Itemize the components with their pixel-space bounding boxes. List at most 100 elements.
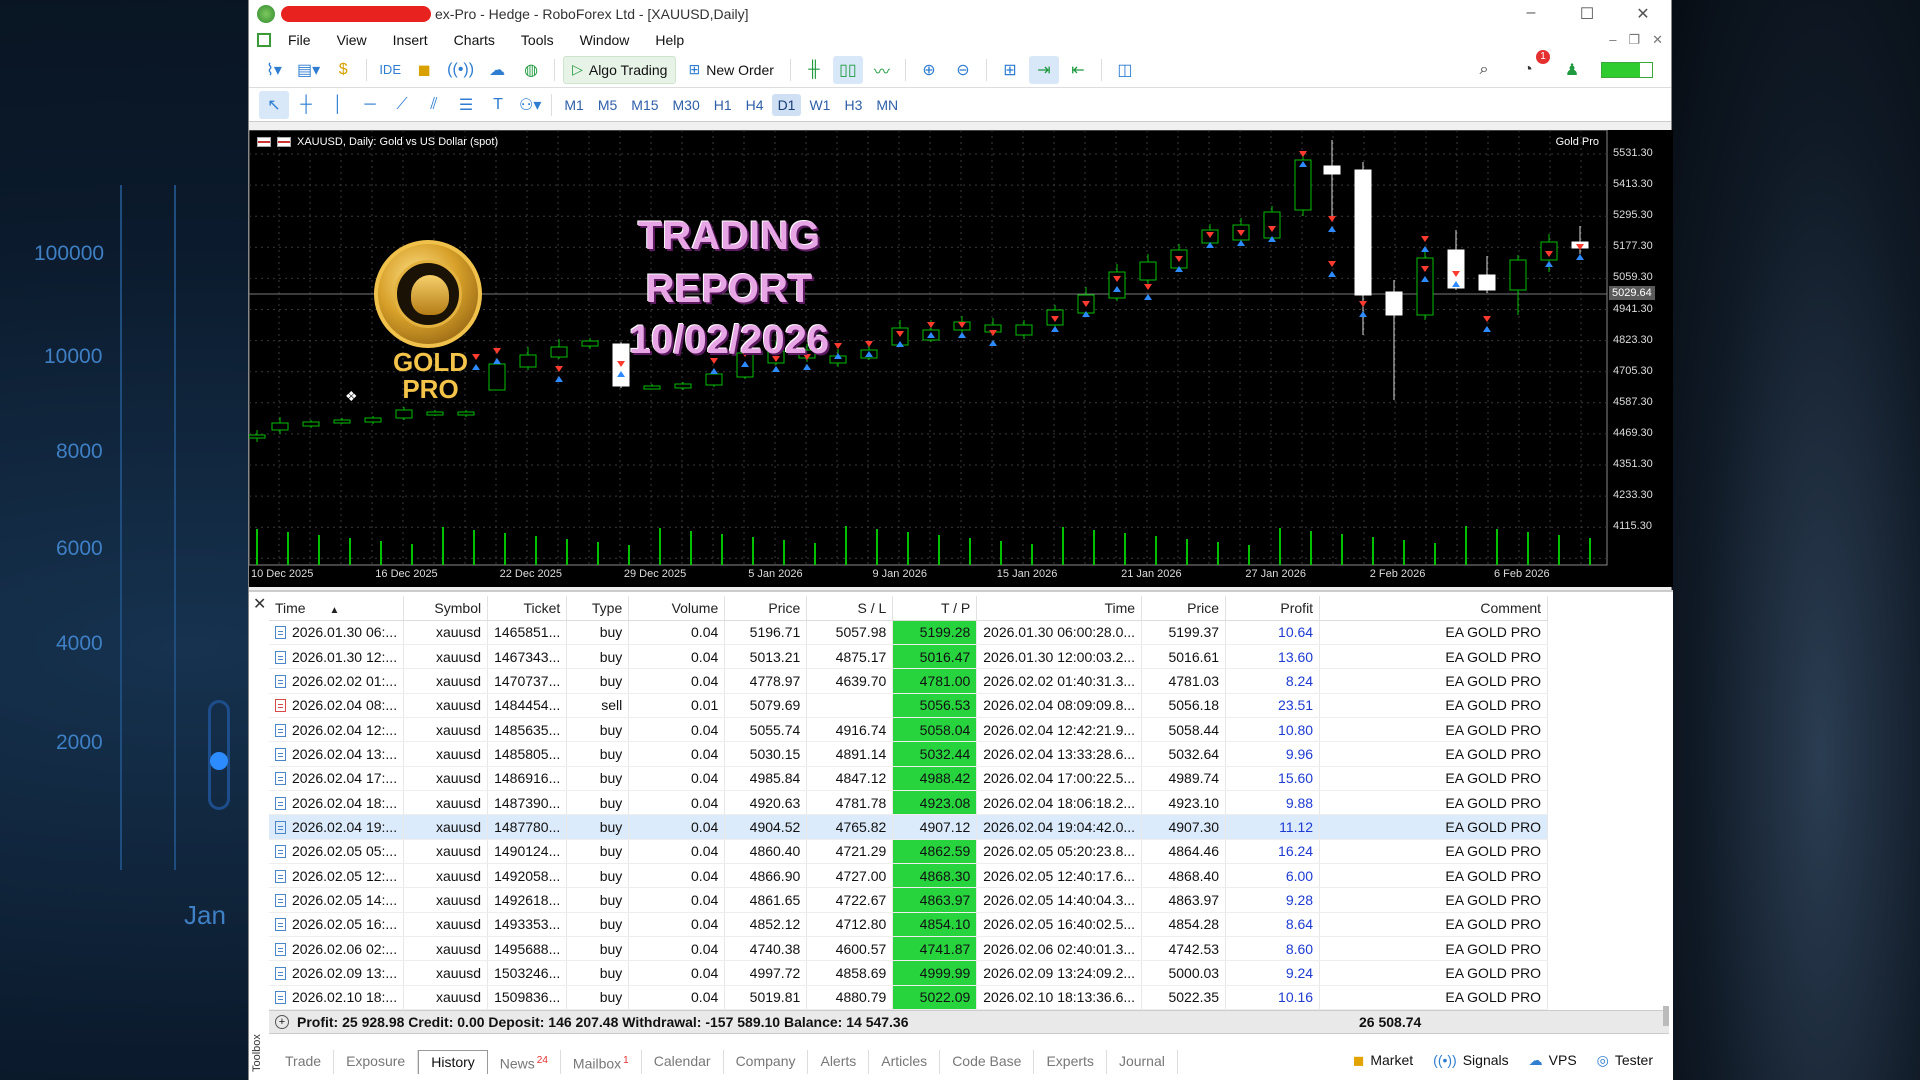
table-row[interactable]: 2026.02.04 08:... xauusd 1484454... sell 0.0… xyxy=(269,693,1549,718)
tab-exposure[interactable]: Exposure xyxy=(334,1050,419,1074)
vertical-line-icon[interactable]: │ xyxy=(323,91,353,119)
table-row[interactable]: 2026.02.04 18:... xauusd 1487390... buy 0.04… xyxy=(269,790,1549,816)
timeframe-m5[interactable]: M5 xyxy=(592,94,623,116)
bar-chart-icon[interactable]: ╫ xyxy=(799,56,829,84)
timeframe-m1[interactable]: M1 xyxy=(558,94,589,116)
line-chart-icon[interactable]: 〰 xyxy=(867,56,897,84)
col-ticket[interactable]: Ticket xyxy=(487,596,568,621)
menu-charts[interactable]: Charts xyxy=(441,32,508,48)
timeframe-h3[interactable]: H3 xyxy=(838,94,868,116)
table-row[interactable]: 2026.02.05 05:... xauusd 1490124... buy 0.04… xyxy=(269,839,1549,864)
table-row[interactable]: 2026.02.04 19:... xauusd 1487780... buy 0.04… xyxy=(269,814,1549,840)
status-vps[interactable]: ☁ VPS xyxy=(1529,1052,1577,1069)
table-row[interactable]: 2026.02.04 12:... xauusd 1485635... buy 0.04… xyxy=(269,717,1549,743)
tab-journal[interactable]: Journal xyxy=(1107,1050,1178,1074)
col-close-time[interactable]: Time xyxy=(976,596,1143,621)
zoom-in-icon[interactable]: ⊕ xyxy=(914,56,944,84)
chart-shift-icon[interactable]: ⇤ xyxy=(1063,56,1093,84)
signals-radio-icon[interactable]: ((•)) xyxy=(443,56,478,84)
tile-windows-icon[interactable]: ⊞ xyxy=(995,56,1025,84)
chart-doc-icon[interactable] xyxy=(257,33,271,47)
algo-trading-button[interactable]: ▷ Algo Trading xyxy=(563,55,677,84)
community-globe-icon[interactable]: ◍ xyxy=(516,56,546,84)
table-row[interactable]: 2026.01.30 12:... xauusd 1467343... buy 0.04… xyxy=(269,644,1549,670)
mdi-close-icon[interactable]: ✕ xyxy=(1652,32,1663,48)
menu-help[interactable]: Help xyxy=(642,32,697,48)
table-row[interactable]: 2026.02.10 18:... xauusd 1509836... buy 0.04… xyxy=(269,985,1549,1011)
maximize-button[interactable]: ☐ xyxy=(1559,4,1615,24)
candlestick-chart-icon[interactable]: ▯▯ xyxy=(832,55,863,84)
col-symbol[interactable]: Symbol xyxy=(403,596,489,621)
table-row[interactable]: 2026.02.02 01:... xauusd 1470737... buy 0.04… xyxy=(269,668,1549,694)
autoscroll-icon[interactable]: ⇥ xyxy=(1028,55,1059,84)
menu-insert[interactable]: Insert xyxy=(380,32,441,48)
crosshair-icon[interactable]: ┼ xyxy=(291,91,321,119)
fibonacci-icon[interactable]: ☰ xyxy=(451,91,481,119)
status-signals[interactable]: ((•)) Signals xyxy=(1433,1052,1508,1069)
timeframe-h1[interactable]: H1 xyxy=(708,94,738,116)
minimize-button[interactable]: – xyxy=(1503,4,1559,24)
table-row[interactable]: 2026.02.04 17:... xauusd 1486916... buy 0.04… xyxy=(269,766,1549,791)
tab-news[interactable]: News 24 xyxy=(488,1050,561,1074)
timeframe-m30[interactable]: M30 xyxy=(667,94,706,116)
timeframe-m15[interactable]: M15 xyxy=(625,94,664,116)
tab-articles[interactable]: Articles xyxy=(869,1050,941,1074)
expert-advisor-label[interactable]: Gold Pro xyxy=(1556,136,1599,148)
col-close-price[interactable]: Price xyxy=(1141,596,1227,621)
menu-window[interactable]: Window xyxy=(567,32,643,48)
horizontal-line-icon[interactable]: ─ xyxy=(355,91,385,119)
mdi-minimize-icon[interactable]: – xyxy=(1609,32,1616,48)
table-row[interactable]: 2026.02.05 12:... xauusd 1492058... buy 0.04… xyxy=(269,863,1549,889)
market-watch-icon[interactable]: $ xyxy=(328,56,358,84)
scrollbar-thumb[interactable] xyxy=(1663,1006,1669,1026)
search-icon[interactable]: ⌕ xyxy=(1469,56,1499,84)
trendline-icon[interactable]: ⟋ xyxy=(387,91,417,119)
zoom-out-icon[interactable]: ⊖ xyxy=(948,56,978,84)
col-tp[interactable]: T / P xyxy=(892,596,978,621)
table-row[interactable]: 2026.02.09 13:... xauusd 1503246... buy 0.04… xyxy=(269,960,1549,986)
tab-company[interactable]: Company xyxy=(724,1050,809,1074)
table-row[interactable]: 2026.01.30 06:... xauusd 1465851... buy 0.04… xyxy=(269,620,1549,645)
mdi-restore-icon[interactable]: ❐ xyxy=(1628,32,1640,48)
close-button[interactable]: ✕ xyxy=(1615,4,1671,24)
channel-icon[interactable]: ⫽ xyxy=(419,91,449,119)
timeframe-h4[interactable]: H4 xyxy=(740,94,770,116)
table-row[interactable]: 2026.02.04 13:... xauusd 1485805... buy 0.04… xyxy=(269,741,1549,767)
table-row[interactable]: 2026.02.06 02:... xauusd 1495688... buy 0.04… xyxy=(269,936,1549,962)
timeframe-d1[interactable]: D1 xyxy=(771,93,802,116)
col-time[interactable]: Time ▲ xyxy=(269,596,405,621)
timeframe-mn[interactable]: MN xyxy=(870,94,904,116)
table-row[interactable]: 2026.02.05 16:... xauusd 1493353... buy 0.04… xyxy=(269,912,1549,937)
menu-tools[interactable]: Tools xyxy=(508,32,567,48)
ide-button[interactable]: IDE xyxy=(375,56,405,84)
tab-code-base[interactable]: Code Base xyxy=(940,1050,1035,1074)
screenshot-icon[interactable]: ◫ xyxy=(1110,56,1140,84)
notifications-icon[interactable]: ◔ 1 xyxy=(1513,49,1550,84)
timeframe-w1[interactable]: W1 xyxy=(803,94,836,116)
new-order-button[interactable]: ⊞ New Order xyxy=(680,56,781,84)
tab-calendar[interactable]: Calendar xyxy=(642,1050,724,1074)
col-type[interactable]: Type xyxy=(566,596,630,621)
menu-view[interactable]: View xyxy=(324,32,380,48)
cursor-icon[interactable]: ↖ xyxy=(259,90,289,119)
menu-file[interactable]: File xyxy=(275,32,324,48)
profiles-icon[interactable]: ▤▾ xyxy=(293,56,324,84)
new-chart-icon[interactable]: ⌇▾ xyxy=(259,56,289,84)
price-chart[interactable]: XAUUSD, Daily: Gold vs US Dollar (spot) … xyxy=(249,130,1673,587)
shapes-icon[interactable]: ⚇▾ xyxy=(515,91,545,119)
tab-alerts[interactable]: Alerts xyxy=(808,1050,870,1074)
col-comment[interactable]: Comment xyxy=(1319,596,1549,621)
market-bag-icon[interactable]: ◼ xyxy=(409,56,439,84)
tab-history[interactable]: History xyxy=(418,1050,488,1074)
col-sl[interactable]: S / L xyxy=(806,596,894,621)
col-volume[interactable]: Volume xyxy=(628,596,726,621)
tab-experts[interactable]: Experts xyxy=(1034,1050,1107,1074)
table-row[interactable]: 2026.02.05 14:... xauusd 1492618... buy 0.04… xyxy=(269,887,1549,913)
col-price[interactable]: Price xyxy=(724,596,808,621)
text-icon[interactable]: T xyxy=(483,91,513,119)
status-market[interactable]: ◼ Market xyxy=(1353,1052,1413,1069)
tab-trade[interactable]: Trade xyxy=(273,1050,335,1074)
status-tester[interactable]: ◎ Tester xyxy=(1597,1052,1653,1069)
account-icon[interactable]: ♟ xyxy=(1557,56,1587,84)
expand-icon[interactable]: + xyxy=(275,1015,289,1029)
